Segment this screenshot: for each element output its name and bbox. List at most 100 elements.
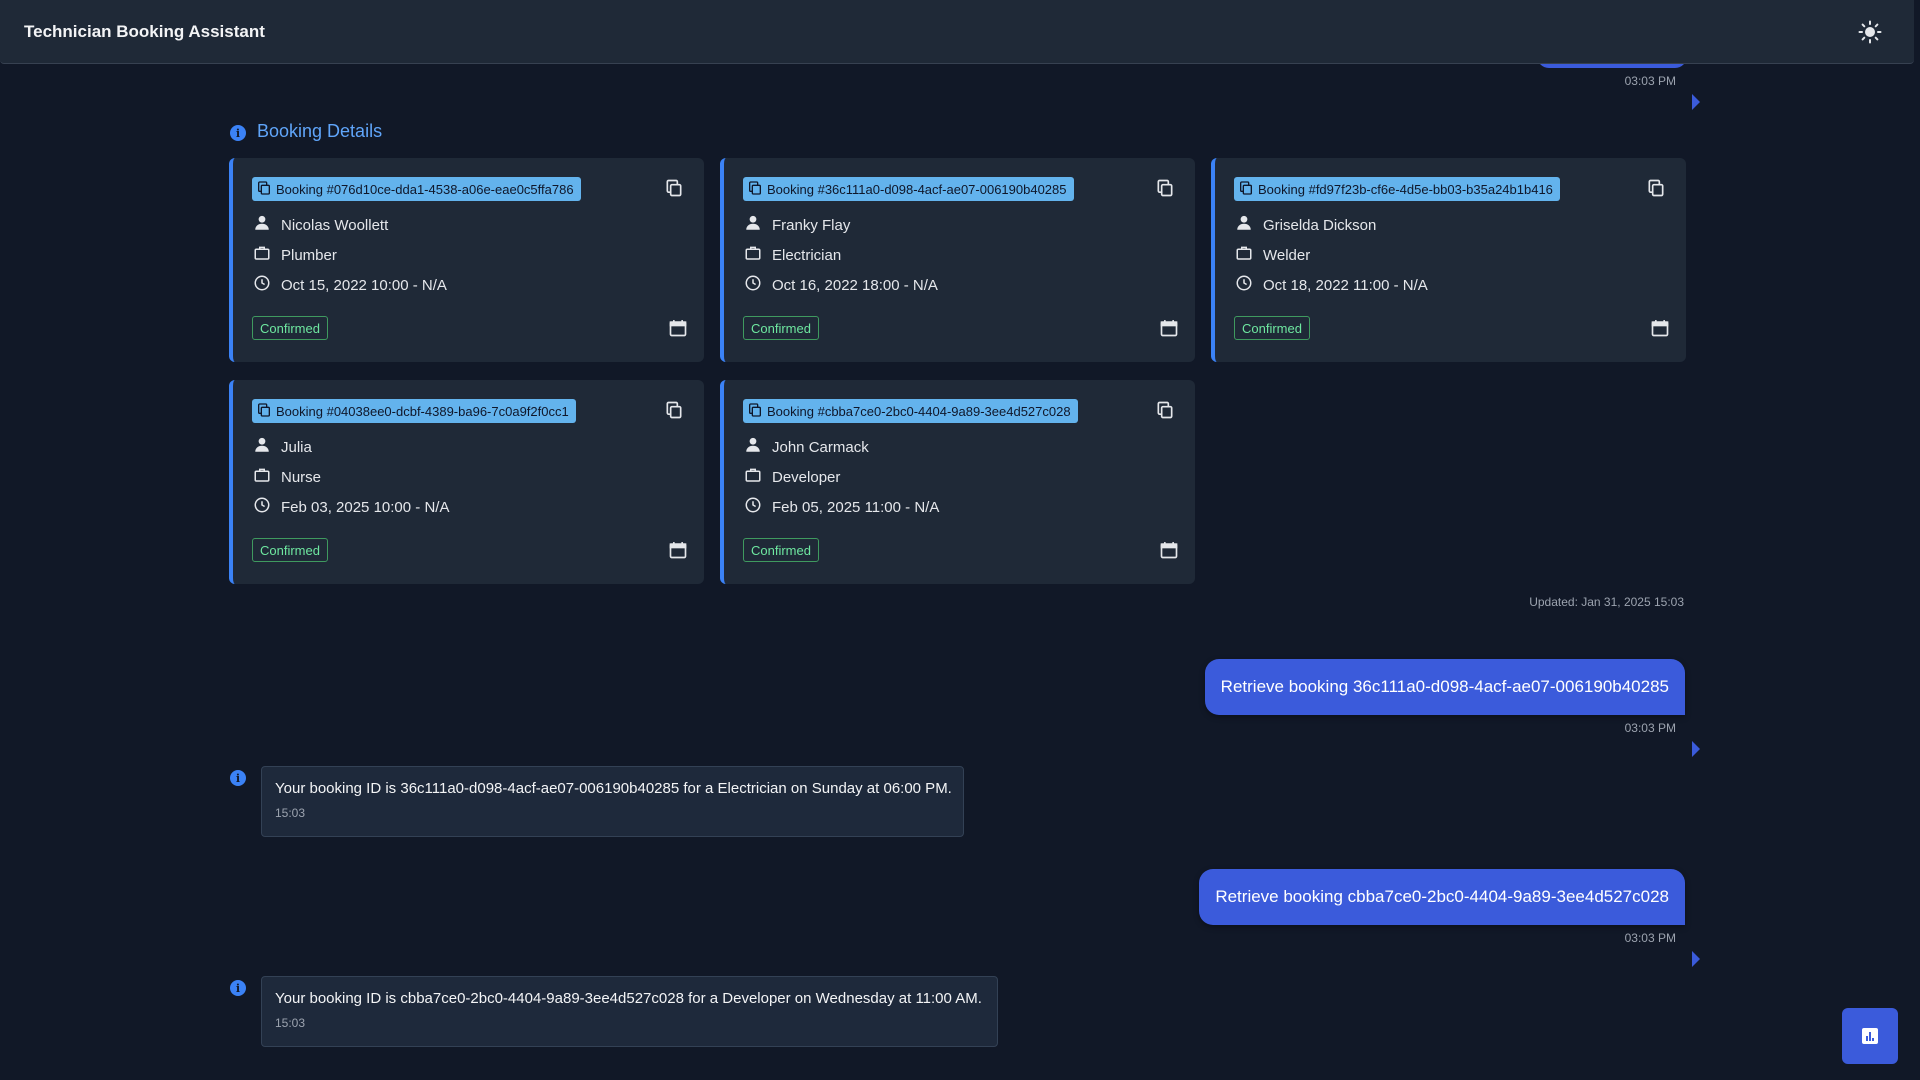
copy-icon [1155,401,1175,424]
person-icon [253,436,281,458]
booking-details-title: Booking Details [257,121,383,141]
user-message-text: Retrieve booking 36c111a0-d098-4acf-ae07… [1220,677,1669,696]
booking-card: Booking #04038ee0-dcbf-4389-ba96-7c0a9f2… [229,380,704,584]
booking-time: Oct 16, 2022 18:00 - N/A [772,276,938,294]
copy-button[interactable] [664,400,684,425]
info-icon: i [230,770,246,786]
assistant-message-text: Your booking ID is cbba7ce0-2bc0-4404-9a… [275,990,982,1007]
analytics-button[interactable] [1842,1008,1898,1064]
assistant-message-time: 15:03 [275,1016,306,1030]
clock-icon [253,496,281,518]
booking-id-tag[interactable]: Booking #fd97f23b-cf6e-4d5e-bb03-b35a24b… [1234,177,1560,201]
copy-icon [1155,179,1175,202]
briefcase-icon [1235,244,1263,266]
message-timestamp: 03:03 PM [1624,721,1676,735]
copy-icon [256,180,276,199]
status-badge: Confirmed [252,538,328,562]
copy-icon [1646,179,1666,202]
assistant-message-bubble: Your booking ID is cbba7ce0-2bc0-4404-9a… [261,976,998,1047]
calendar-icon [1650,320,1670,342]
status-badge: Confirmed [743,538,819,562]
add-to-calendar-button[interactable] [668,318,688,343]
technician-name: Franky Flay [772,216,851,234]
copy-icon [747,402,767,421]
message-timestamp: 03:03 PM [1624,931,1676,945]
briefcase-icon [253,244,281,266]
person-icon [744,214,772,236]
technician-role: Welder [1263,246,1311,264]
clock-icon [744,496,772,518]
technician-role-row: Welder [1235,244,1310,266]
technician-name: John Carmack [772,438,869,456]
clock-icon [744,274,772,296]
add-to-calendar-button[interactable] [1650,318,1670,343]
user-message-bubble: Retrieve booking cbba7ce0-2bc0-4404-9a89… [1199,869,1685,925]
booking-time: Oct 15, 2022 10:00 - N/A [281,276,447,294]
booking-id-tag[interactable]: Booking #36c111a0-d098-4acf-ae07-006190b… [743,177,1074,201]
booking-time-row: Oct 18, 2022 11:00 - N/A [1235,274,1428,296]
copy-button[interactable] [1646,178,1666,203]
booking-time: Oct 18, 2022 11:00 - N/A [1263,276,1428,294]
message-arrow-icon [1692,94,1700,110]
technician-role-row: Plumber [253,244,337,266]
booking-id-tag[interactable]: Booking #04038ee0-dcbf-4389-ba96-7c0a9f2… [252,399,576,423]
technician-name-row: Julia [253,436,312,458]
calendar-icon [668,542,688,564]
info-icon: i [230,980,246,996]
technician-name: Nicolas Woollett [281,216,389,234]
theme-toggle-button[interactable] [1856,18,1884,46]
booking-card: Booking #cbba7ce0-2bc0-4404-9a89-3ee4d52… [720,380,1195,584]
message-arrow-icon [1692,951,1700,967]
copy-button[interactable] [664,178,684,203]
booking-id-tag[interactable]: Booking #076d10ce-dda1-4538-a06e-eae0c5f… [252,177,581,201]
technician-role: Electrician [772,246,842,264]
add-to-calendar-button[interactable] [668,540,688,565]
updated-timestamp: Updated: Jan 31, 2025 15:03 [1529,595,1684,609]
add-to-calendar-button[interactable] [1159,540,1179,565]
calendar-icon [1159,320,1179,342]
booking-id-tag[interactable]: Booking #cbba7ce0-2bc0-4404-9a89-3ee4d52… [743,399,1078,423]
booking-time: Feb 05, 2025 11:00 - N/A [772,498,940,516]
calendar-icon [668,320,688,342]
booking-time-row: Feb 03, 2025 10:00 - N/A [253,496,449,518]
app-title: Technician Booking Assistant [24,21,265,41]
technician-name-row: Nicolas Woollett [253,214,388,236]
booking-time-row: Oct 15, 2022 10:00 - N/A [253,274,447,296]
copy-icon [664,401,684,424]
technician-role: Plumber [281,246,337,264]
status-badge: Confirmed [1234,316,1310,340]
sun-icon [1858,20,1882,43]
message-arrow-icon [1692,741,1700,757]
person-icon [744,436,772,458]
booking-card: Booking #fd97f23b-cf6e-4d5e-bb03-b35a24b… [1211,158,1686,362]
user-message-text: Retrieve booking cbba7ce0-2bc0-4404-9a89… [1215,887,1669,906]
technician-name-row: John Carmack [744,436,869,458]
clock-icon [253,274,281,296]
message-timestamp: 03:03 PM [1624,74,1676,88]
app-header: Technician Booking Assistant [0,0,1914,64]
copy-icon [664,179,684,202]
copy-icon [747,180,767,199]
booking-time-row: Feb 05, 2025 11:00 - N/A [744,496,939,518]
copy-button[interactable] [1155,400,1175,425]
status-badge: Confirmed [743,316,819,340]
booking-id-label: Booking #fd97f23b-cf6e-4d5e-bb03-b35a24b… [1258,181,1553,197]
chart-icon [1862,1028,1878,1044]
booking-id-label: Booking #076d10ce-dda1-4538-a06e-eae0c5f… [276,181,574,197]
person-icon [253,214,281,236]
copy-icon [1238,180,1258,199]
copy-button[interactable] [1155,178,1175,203]
technician-role-row: Electrician [744,244,841,266]
technician-role: Nurse [281,468,322,486]
assistant-message-text: Your booking ID is 36c111a0-d098-4acf-ae… [275,780,952,797]
calendar-icon [1159,542,1179,564]
info-icon: i [230,125,246,141]
booking-card: Booking #36c111a0-d098-4acf-ae07-006190b… [720,158,1195,362]
assistant-message-bubble: Your booking ID is 36c111a0-d098-4acf-ae… [261,766,964,837]
booking-id-label: Booking #cbba7ce0-2bc0-4404-9a89-3ee4d52… [767,403,1071,419]
add-to-calendar-button[interactable] [1159,318,1179,343]
technician-name-row: Griselda Dickson [1235,214,1376,236]
user-message-bubble: Retrieve booking 36c111a0-d098-4acf-ae07… [1204,659,1685,715]
technician-role: Developer [772,468,841,486]
booking-id-label: Booking #04038ee0-dcbf-4389-ba96-7c0a9f2… [276,403,569,419]
